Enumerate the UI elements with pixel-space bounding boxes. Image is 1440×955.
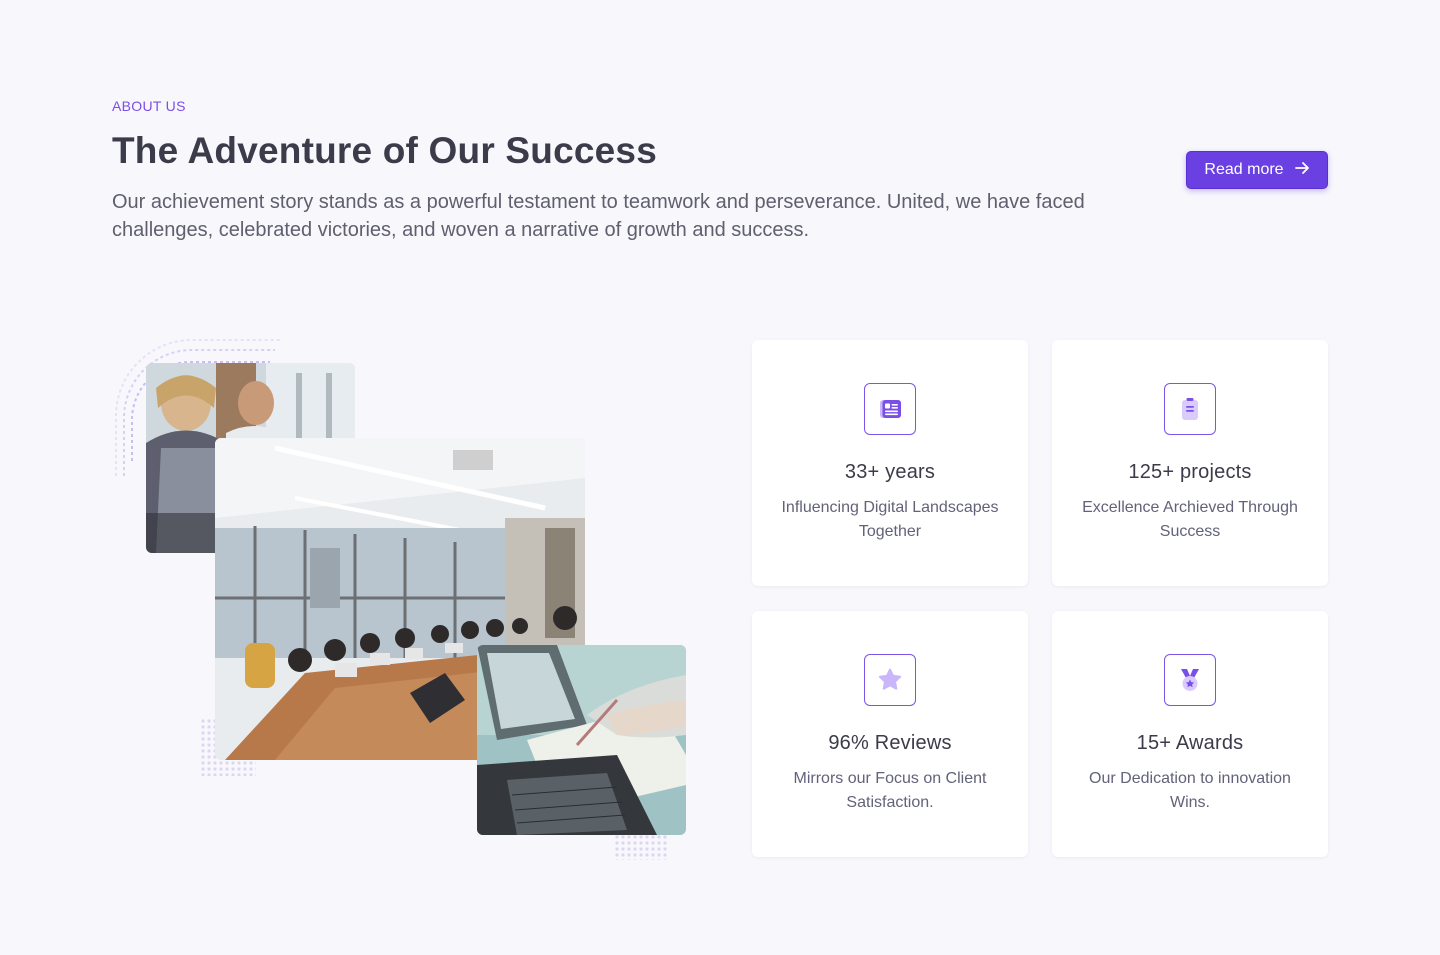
stat-value: 125+ projects (1128, 461, 1252, 483)
decorative-dots-right (614, 834, 668, 860)
section-description: Our achievement story stands as a powerf… (112, 191, 1085, 241)
read-more-label: Read more (1204, 161, 1284, 178)
read-more-button[interactable]: Read more (1186, 151, 1328, 189)
stat-label: Excellence Archieved Through Success (1082, 499, 1298, 540)
stat-label: Our Dedication to innovation Wins. (1089, 770, 1291, 811)
stat-label: Influencing Digital Landscapes Together (781, 499, 999, 540)
stat-card-awards: 15+ Awards Our Dedication to innovation … (1052, 611, 1328, 857)
stat-value: 33+ years (844, 461, 936, 483)
laptop-notes-photo (477, 645, 686, 835)
stat-label: Mirrors our Focus on Client Satisfaction… (793, 770, 987, 811)
stat-card-projects: 125+ projects Excellence Archieved Throu… (1052, 340, 1328, 586)
section-title: The Adventure of Our Success (112, 130, 657, 171)
stat-card-reviews: 96% Reviews Mirrors our Focus on Client … (752, 611, 1028, 857)
arrow-right-icon (1294, 160, 1310, 181)
stat-value: 15+ Awards (1136, 732, 1244, 754)
stat-value: 96% Reviews (828, 732, 952, 754)
clipboard-icon (1164, 383, 1216, 435)
newspaper-icon (864, 383, 916, 435)
medal-icon (1164, 654, 1216, 706)
eyebrow-label: ABOUT US (112, 98, 186, 114)
star-icon (864, 654, 916, 706)
stat-card-years: 33+ years Influencing Digital Landscapes… (752, 340, 1028, 586)
